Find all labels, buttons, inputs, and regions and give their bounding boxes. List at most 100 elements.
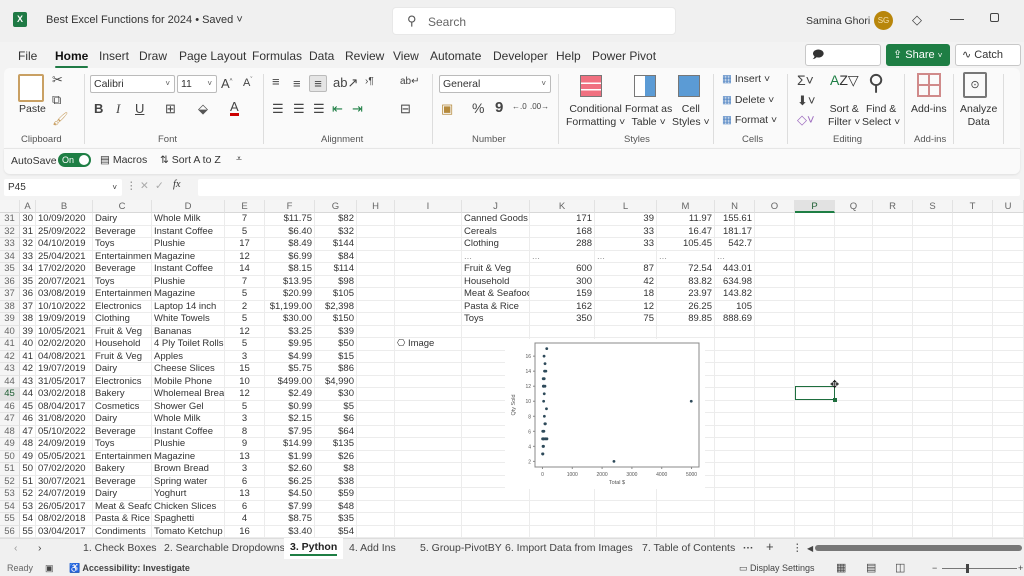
cell[interactable] — [715, 388, 755, 401]
analyze-data-icon[interactable]: ⊙ — [963, 72, 987, 98]
data-cell[interactable]: 46 — [20, 413, 36, 426]
data-cell[interactable]: 05/10/2022 — [36, 425, 93, 438]
decrease-decimal-icon[interactable]: .00→ — [530, 102, 549, 111]
insert-cells-button[interactable]: ▦ Insert ˅ — [722, 73, 770, 85]
cell[interactable] — [835, 213, 873, 226]
cell[interactable] — [953, 363, 993, 376]
summary-cell[interactable]: 105 — [715, 300, 755, 313]
data-cell[interactable]: $50 — [315, 338, 357, 351]
data-cell[interactable]: $114 — [315, 263, 357, 276]
cell[interactable] — [913, 413, 953, 426]
column-header-n[interactable]: N — [715, 200, 755, 213]
insert-function-button[interactable]: fx — [173, 179, 181, 190]
image-cell[interactable]: ⎔ Image — [395, 338, 462, 351]
cell[interactable] — [462, 488, 530, 501]
data-cell[interactable]: $6.99 — [265, 250, 315, 263]
row-header[interactable]: 54 — [0, 500, 20, 513]
row-header[interactable]: 50 — [0, 450, 20, 463]
cell[interactable] — [835, 500, 873, 513]
data-cell[interactable]: $86 — [315, 363, 357, 376]
cell[interactable] — [913, 500, 953, 513]
cell[interactable] — [795, 288, 835, 301]
data-cell[interactable]: $4.50 — [265, 488, 315, 501]
font-color-icon[interactable]: A — [230, 100, 239, 116]
row-header[interactable]: 37 — [0, 288, 20, 301]
cell[interactable] — [755, 413, 795, 426]
tab-formulas[interactable]: Formulas — [252, 49, 302, 63]
cell[interactable] — [873, 313, 913, 326]
data-cell[interactable]: $13.95 — [265, 275, 315, 288]
enter-icon[interactable]: ✓ — [155, 180, 164, 192]
cell[interactable] — [395, 388, 462, 401]
data-cell[interactable]: Cosmetics — [93, 400, 152, 413]
zoom-out-button[interactable]: − — [932, 563, 937, 573]
catch-up-button[interactable]: ∿ Catch up — [955, 44, 1021, 81]
cell[interactable] — [357, 438, 395, 451]
decrease-font-icon[interactable]: Aˇ — [243, 77, 252, 89]
data-cell[interactable]: 08/04/2017 — [36, 400, 93, 413]
data-cell[interactable]: 43 — [20, 375, 36, 388]
cell[interactable] — [357, 463, 395, 476]
data-cell[interactable]: 30/07/2021 — [36, 475, 93, 488]
data-cell[interactable]: Plushie — [152, 275, 225, 288]
summary-cell[interactable]: ... — [715, 250, 755, 263]
sheet-tab[interactable]: 5. Group-PivotBY — [420, 542, 502, 554]
data-cell[interactable]: 32 — [20, 238, 36, 251]
cell[interactable] — [993, 400, 1024, 413]
cell[interactable] — [530, 488, 595, 501]
data-cell[interactable]: 20/07/2021 — [36, 275, 93, 288]
cell[interactable] — [755, 500, 795, 513]
row-header[interactable]: 33 — [0, 238, 20, 251]
cell[interactable] — [835, 275, 873, 288]
cell[interactable] — [715, 325, 755, 338]
data-cell[interactable]: 25/09/2022 — [36, 225, 93, 238]
zoom-in-button[interactable]: + — [1018, 563, 1023, 573]
cell[interactable] — [755, 525, 795, 538]
data-cell[interactable]: Whole Milk — [152, 213, 225, 226]
bottom-align-icon[interactable]: ≡ — [309, 75, 327, 92]
data-cell[interactable]: 3 — [225, 350, 265, 363]
data-cell[interactable]: Instant Coffee — [152, 425, 225, 438]
data-cell[interactable]: $98 — [315, 275, 357, 288]
data-cell[interactable]: Electronics — [93, 375, 152, 388]
cell[interactable] — [953, 513, 993, 526]
data-cell[interactable]: $3.25 — [265, 325, 315, 338]
paste-button[interactable]: Paste — [19, 103, 46, 115]
percent-button[interactable]: % — [472, 100, 484, 116]
cell[interactable] — [835, 325, 873, 338]
cell[interactable] — [715, 338, 755, 351]
macro-record-icon[interactable]: ▣ — [45, 563, 54, 574]
cell[interactable] — [835, 313, 873, 326]
cell[interactable] — [835, 363, 873, 376]
cell[interactable] — [395, 425, 462, 438]
cell[interactable] — [953, 313, 993, 326]
clear-icon[interactable]: ◇˅ — [797, 112, 815, 128]
data-cell[interactable]: 19/09/2019 — [36, 313, 93, 326]
number-format-combo[interactable]: General ˅ — [439, 75, 551, 93]
data-cell[interactable]: 5 — [225, 225, 265, 238]
data-cell[interactable]: $6.40 — [265, 225, 315, 238]
cell[interactable] — [873, 263, 913, 276]
cell[interactable] — [755, 263, 795, 276]
data-cell[interactable]: 8 — [225, 425, 265, 438]
summary-cell[interactable]: Toys — [462, 313, 530, 326]
premium-diamond-icon[interactable]: ◇ — [912, 12, 922, 28]
cell[interactable] — [357, 363, 395, 376]
summary-cell[interactable]: 33 — [595, 238, 657, 251]
row-header[interactable]: 35 — [0, 263, 20, 276]
scroll-left-icon[interactable]: ◀ — [807, 544, 813, 553]
row-header[interactable]: 42 — [0, 350, 20, 363]
data-cell[interactable]: 10 — [225, 375, 265, 388]
cell[interactable] — [395, 525, 462, 538]
cell-styles-icon[interactable] — [678, 75, 700, 97]
format-painter-icon[interactable]: 🖌 — [52, 111, 69, 127]
data-cell[interactable]: Mobile Phone — [152, 375, 225, 388]
data-cell[interactable]: Magazine — [152, 450, 225, 463]
cell[interactable] — [395, 438, 462, 451]
cell[interactable] — [755, 350, 795, 363]
cell[interactable] — [913, 388, 953, 401]
row-header[interactable]: 53 — [0, 488, 20, 501]
more-sheets-button[interactable]: ··· — [743, 542, 754, 554]
summary-cell[interactable]: Meat & Seafood — [462, 288, 530, 301]
data-cell[interactable]: Pasta & Rice — [93, 513, 152, 526]
